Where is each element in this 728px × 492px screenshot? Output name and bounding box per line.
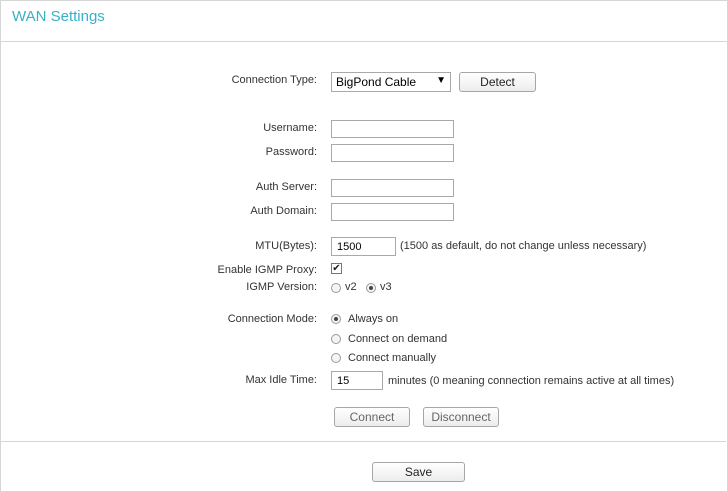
panel-header: WAN Settings: [1, 1, 727, 42]
footer-divider: [0, 441, 726, 442]
mtu-hint: (1500 as default, do not change unless n…: [400, 240, 647, 252]
save-button[interactable]: Save: [372, 462, 465, 482]
mode-always-on-radio[interactable]: [331, 314, 341, 324]
igmp-v2-label: v2: [345, 281, 357, 293]
page-title: WAN Settings: [12, 8, 105, 25]
mode-on-demand-label: Connect on demand: [348, 333, 448, 345]
detect-button[interactable]: Detect: [459, 72, 536, 92]
auth-server-label: Auth Server:: [255, 181, 317, 193]
password-label: Password:: [265, 146, 317, 158]
max-idle-hint: minutes (0 meaning connection remains ac…: [388, 375, 675, 387]
mode-manually-radio[interactable]: [331, 353, 341, 363]
igmp-version-label: IGMP Version:: [246, 281, 317, 293]
igmp-proxy-checkbox[interactable]: ✔: [331, 263, 342, 274]
mode-manually-label: Connect manually: [348, 352, 437, 364]
username-field[interactable]: [331, 120, 454, 138]
mtu-label: MTU(Bytes):: [255, 240, 317, 252]
connection-type-value: BigPond Cable: [336, 75, 417, 89]
connection-type-label: Connection Type:: [231, 74, 317, 86]
connection-type-select[interactable]: BigPond Cable ▼: [331, 72, 451, 92]
auth-domain-field[interactable]: [331, 203, 454, 221]
igmp-v3-radio[interactable]: [366, 283, 376, 293]
username-label: Username:: [263, 122, 317, 134]
mode-on-demand-radio[interactable]: [331, 334, 341, 344]
igmp-v3-label: v3: [380, 281, 392, 293]
connect-button[interactable]: Connect: [334, 407, 410, 427]
password-field[interactable]: [331, 144, 454, 162]
max-idle-label: Max Idle Time:: [245, 374, 317, 386]
auth-domain-label: Auth Domain:: [250, 205, 317, 217]
auth-server-field[interactable]: [331, 179, 454, 197]
igmp-proxy-label: Enable IGMP Proxy:: [217, 264, 317, 276]
mode-always-on-label: Always on: [348, 313, 399, 325]
dropdown-arrow-icon: ▼: [436, 75, 446, 86]
connection-mode-label: Connection Mode:: [227, 313, 317, 325]
disconnect-button[interactable]: Disconnect: [423, 407, 499, 427]
igmp-v2-radio[interactable]: [331, 283, 341, 293]
max-idle-field[interactable]: [331, 371, 383, 390]
mtu-field[interactable]: [331, 237, 396, 256]
